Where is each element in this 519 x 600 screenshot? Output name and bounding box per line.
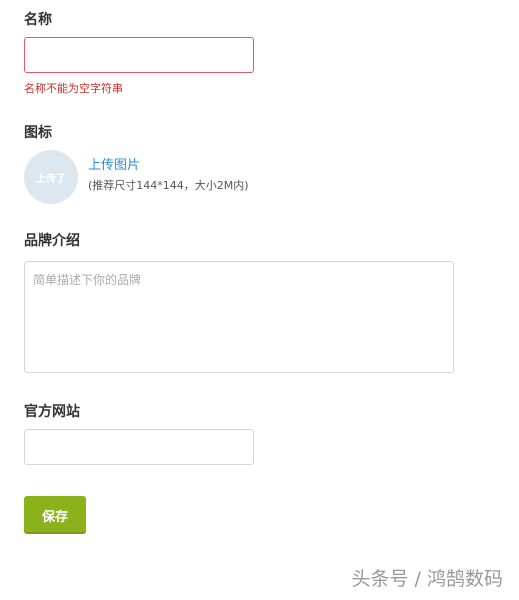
upload-size-hint: (推荐尺寸144*144，大小2M内) bbox=[88, 179, 249, 192]
website-input[interactable] bbox=[24, 429, 254, 465]
name-label: 名称 bbox=[24, 12, 52, 28]
icon-upload-thumbnail[interactable]: 上传了 bbox=[24, 150, 78, 204]
icon-upload-thumbnail-text: 上传了 bbox=[36, 173, 66, 185]
name-input[interactable] bbox=[24, 37, 254, 73]
upload-image-link[interactable]: 上传图片 bbox=[88, 157, 140, 175]
save-button[interactable]: 保存 bbox=[24, 496, 86, 534]
brand-intro-textarea[interactable] bbox=[24, 261, 454, 373]
website-label: 官方网站 bbox=[24, 404, 80, 420]
name-error-message: 名称不能为空字符串 bbox=[24, 82, 123, 95]
brand-intro-label: 品牌介绍 bbox=[24, 233, 80, 249]
watermark-text: 头条号 / 鸿鹄数码 bbox=[351, 568, 503, 590]
icon-label: 图标 bbox=[24, 125, 52, 141]
